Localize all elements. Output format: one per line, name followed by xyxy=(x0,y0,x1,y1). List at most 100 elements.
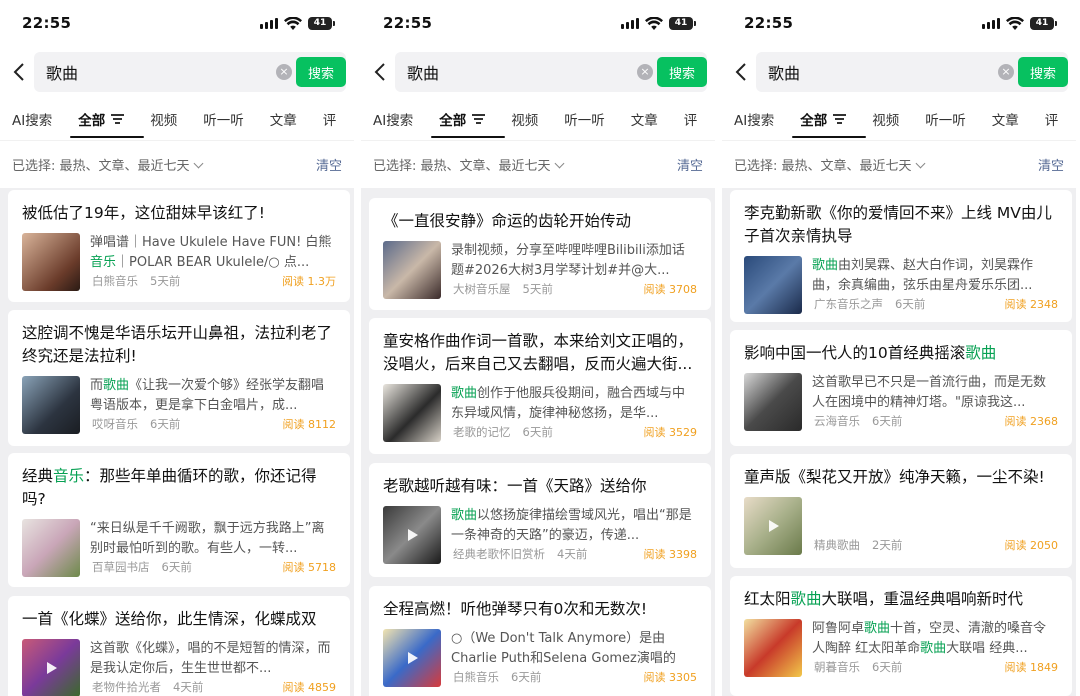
clear-input-icon[interactable]: × xyxy=(276,64,292,80)
tab-label: 评 xyxy=(683,113,698,129)
play-icon xyxy=(408,652,418,664)
tab-4[interactable]: 文章 xyxy=(992,98,1019,140)
post-time: 5天前 xyxy=(522,282,553,296)
tab-1[interactable]: 全部 xyxy=(792,98,867,140)
search-button[interactable]: 搜索 xyxy=(657,57,707,87)
thumbnail-image xyxy=(22,376,80,434)
filter-icon xyxy=(472,114,486,124)
result-card[interactable]: 老歌越听越有味：一首《天路》送给你 歌曲以悠扬旋律描绘雪域风光，唱出“那是一条神奇… xyxy=(369,463,711,577)
clear-input-icon[interactable]: × xyxy=(998,64,1014,80)
tab-4[interactable]: 文章 xyxy=(270,98,297,140)
result-card[interactable]: 被低估了19年，这位甜妹早该红了! 弹唱谱｜Have Ukulele Have F… xyxy=(8,190,350,302)
result-title: 红太阳歌曲大联唱，重温经典唱响新时代 xyxy=(744,588,1058,611)
tab-0[interactable]: AI搜索 xyxy=(734,98,774,140)
result-title: 李克勤新歌《你的爱情回不来》上线 MV由儿子首次亲情执导 xyxy=(744,204,1052,245)
tab-5[interactable]: 评 xyxy=(1045,98,1059,140)
thumbnail-image xyxy=(744,497,802,555)
result-card[interactable]: 李克勤新歌《你的爱情回不来》上线 MV由儿子首次亲情执导歌曲由刘昊霖、赵大白作词… xyxy=(730,190,1072,322)
tab-3[interactable]: 听一听 xyxy=(564,98,605,140)
result-card[interactable]: 经典音乐：那些年单曲循环的歌，你还记得吗? “来日纵是千千阙歌，飘于远方我路上”离… xyxy=(8,453,350,587)
title-part: 歌曲 xyxy=(790,590,822,608)
post-time: 6天前 xyxy=(872,414,903,428)
tab-2[interactable]: 视频 xyxy=(511,98,538,140)
screens: 22:5541×搜索AI搜索全部视频听一听文章评已选择: 最热、文章、最近七天清… xyxy=(0,0,1080,696)
search-box[interactable]: ×搜索 xyxy=(756,52,1068,92)
result-title: 被低估了19年，这位甜妹早该红了! xyxy=(22,204,265,222)
result-card[interactable]: 影响中国一代人的10首经典摇滚歌曲 这首歌早已不只是一首流行曲，而是无数人在困境中… xyxy=(730,330,1072,446)
tab-0[interactable]: AI搜索 xyxy=(12,98,52,140)
clear-filter-button[interactable]: 清空 xyxy=(316,155,342,174)
title-part: 经典 xyxy=(22,467,54,485)
thumbnail-image xyxy=(383,506,441,564)
snippet-part: 创作于他服兵役期间，融合西域与中东异域风情，旋律神秘悠扬，是华... xyxy=(451,386,686,421)
result-title: 影响中国一代人的10首经典摇滚歌曲 xyxy=(744,342,1058,365)
post-time: 6天前 xyxy=(522,425,553,439)
tab-1[interactable]: 全部 xyxy=(431,98,506,140)
battery-icon: 41 xyxy=(1030,16,1057,30)
search-box[interactable]: ×搜索 xyxy=(395,52,707,92)
read-count: 阅读 2050 xyxy=(1004,539,1059,552)
phone-screen: 22:55 41 ×搜索 AI搜索 全部 视频 听一听 文章 评已选择: 最热、文章、最近七天 清… xyxy=(722,0,1076,696)
result-meta: 百草园书店 6天前 阅读 5718 xyxy=(92,559,336,575)
search-input[interactable] xyxy=(46,62,226,82)
tab-3[interactable]: 听一听 xyxy=(925,98,966,140)
result-card[interactable]: 童声版《梨花又开放》纯净天籁，一尘不染! 精典歌曲 2天前 阅读 2050 xyxy=(730,454,1072,568)
status-bar: 22:55 41 xyxy=(0,0,354,46)
tab-5[interactable]: 评 xyxy=(323,98,337,140)
result-meta: 精典歌曲 2天前 阅读 2050 xyxy=(814,537,1058,553)
tab-label: 全部 xyxy=(78,113,106,129)
back-icon[interactable] xyxy=(732,60,750,84)
result-snippet: 歌曲以悠扬旋律描绘雪域风光，唱出“那是一条神奇的天路”的豪迈，传递... xyxy=(451,506,697,546)
result-card[interactable]: 《一直很安静》命运的齿轮开始传动 录制视频，分享至哔哩哔哩Bilibili添加话题… xyxy=(369,198,711,310)
search-input[interactable] xyxy=(407,62,587,82)
result-card[interactable]: 童安格作曲作词一首歌，本来给刘文正唱的，没唱火，后来自己又去翻唱，反而火遍大街.… xyxy=(369,318,711,454)
snippet-part: “来日纵是千千阙歌，飘于远方我路上”离别时最怕听到的歌。有些人，一转... xyxy=(90,521,325,556)
tab-3[interactable]: 听一听 xyxy=(203,98,244,140)
result-snippet: 歌曲由刘昊霖、赵大白作词，刘昊霖作曲，余真编曲，弦乐由星舟爱乐乐团... xyxy=(812,256,1058,296)
clear-filter-button[interactable]: 清空 xyxy=(1038,155,1064,174)
clear-filter-button[interactable]: 清空 xyxy=(677,155,703,174)
title-part: 大联唱，重温经典唱响新时代 xyxy=(821,590,1024,608)
result-card[interactable]: 红太阳歌曲大联唱，重温经典唱响新时代 阿鲁阿卓歌曲十首，空灵、清澈的嗓音令人陶醉 … xyxy=(730,576,1072,696)
back-icon[interactable] xyxy=(10,60,28,84)
thumbnail-image xyxy=(383,241,441,299)
filter-bar: 已选择: 最热、文章、最近七天 清空 xyxy=(722,140,1076,188)
filter-selection[interactable]: 已选择: 最热、文章、最近七天 xyxy=(373,155,564,174)
read-count: 阅读 4859 xyxy=(282,681,337,694)
filter-selection[interactable]: 已选择: 最热、文章、最近七天 xyxy=(734,155,925,174)
source-info: 精典歌曲 2天前 xyxy=(814,537,902,553)
result-card[interactable]: 这腔调不愧是华语乐坛开山鼻祖，法拉利老了终究还是法拉利! 而歌曲《让我一次爱个够》… xyxy=(8,310,350,446)
filter-bar: 已选择: 最热、文章、最近七天 清空 xyxy=(0,140,354,188)
tab-2[interactable]: 视频 xyxy=(150,98,177,140)
result-title: 童声版《梨花又开放》纯净天籁，一尘不染! xyxy=(744,468,1045,486)
back-icon[interactable] xyxy=(371,60,389,84)
tab-4[interactable]: 文章 xyxy=(631,98,658,140)
search-input[interactable] xyxy=(768,62,948,82)
search-row: ×搜索 xyxy=(722,46,1076,98)
tab-5[interactable]: 评 xyxy=(684,98,698,140)
tab-1[interactable]: 全部 xyxy=(70,98,145,140)
snippet-part: 歌曲 xyxy=(451,508,478,523)
tab-bar: AI搜索 全部 视频 听一听 文章 评 xyxy=(0,98,354,140)
chevron-down-icon xyxy=(554,158,564,169)
snippet-part: 这首歌《化蝶》，唱的不是短暂的情深，而是我认定你后，生生世世都不... xyxy=(90,641,331,676)
search-button[interactable]: 搜索 xyxy=(296,57,346,87)
tab-label: 听一听 xyxy=(564,113,605,129)
filter-selection[interactable]: 已选择: 最热、文章、最近七天 xyxy=(12,155,203,174)
snippet-part: 歌曲 xyxy=(103,378,130,393)
source-name: 大树音乐屋 xyxy=(453,282,511,296)
read-count: 阅读 2368 xyxy=(1004,415,1059,428)
result-card[interactable]: 全程高燃！听他弹琴只有0次和无数次! ○（We Don't Talk Anymor… xyxy=(369,586,711,696)
search-box[interactable]: ×搜索 xyxy=(34,52,346,92)
result-meta: 老歌的记忆 6天前 阅读 3529 xyxy=(453,424,697,440)
tab-0[interactable]: AI搜索 xyxy=(373,98,413,140)
search-button[interactable]: 搜索 xyxy=(1018,57,1068,87)
result-card[interactable]: 一首《化蝶》送给你，此生情深，化蝶成双 这首歌《化蝶》，唱的不是短暂的情深，而是我… xyxy=(8,596,350,696)
clear-input-icon[interactable]: × xyxy=(637,64,653,80)
status-bar: 22:55 41 xyxy=(361,0,715,46)
tab-label: 视频 xyxy=(872,113,900,129)
source-info: 百草园书店 6天前 xyxy=(92,559,192,575)
tab-2[interactable]: 视频 xyxy=(872,98,899,140)
tab-label: 听一听 xyxy=(925,113,966,129)
thumbnail-image xyxy=(383,384,441,442)
